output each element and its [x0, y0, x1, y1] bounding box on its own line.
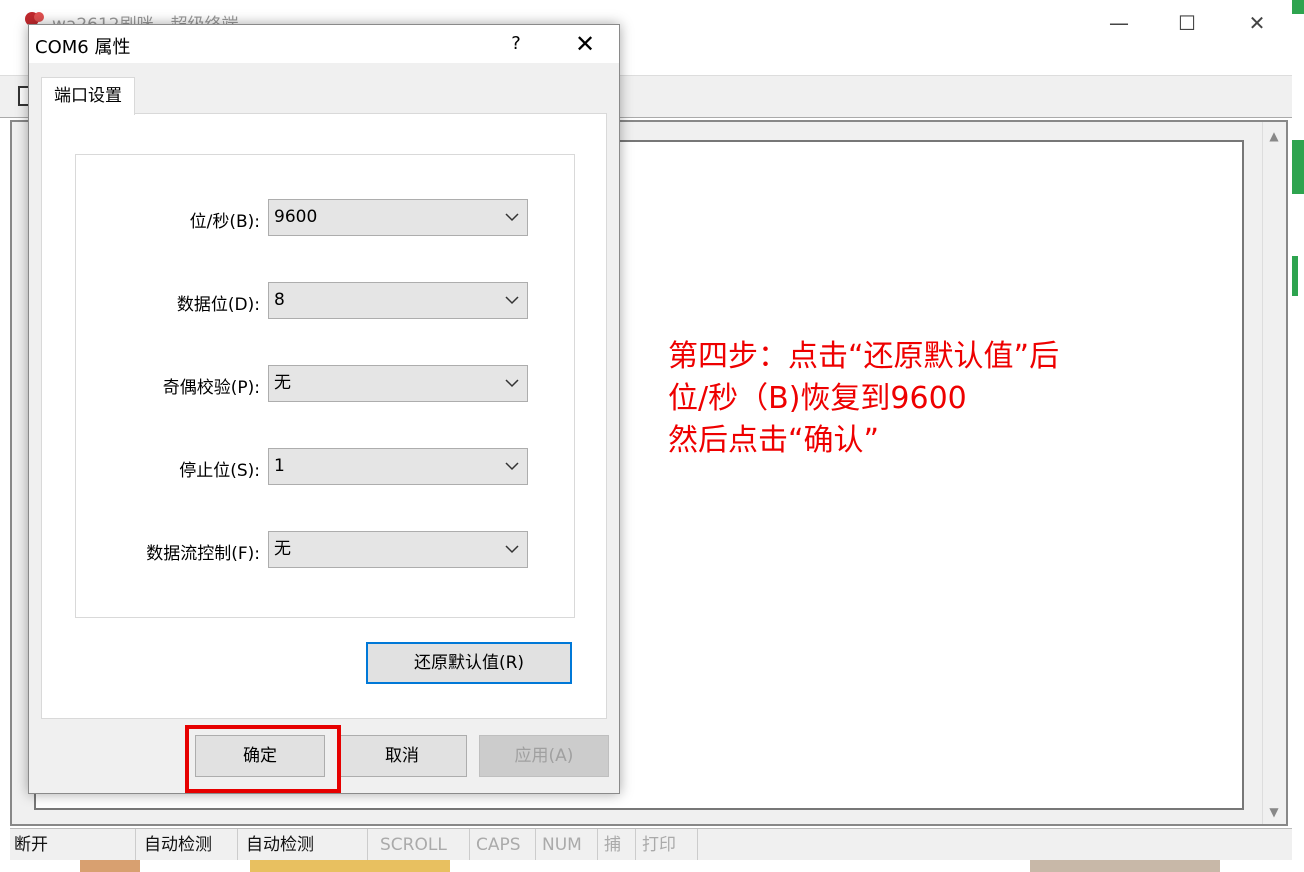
restore-defaults-button[interactable]: 还原默认值(R) [366, 642, 572, 684]
cancel-button[interactable]: 取消 [337, 735, 467, 777]
instruction-annotation: 第四步：点击“还原默认值”后 位/秒（B)恢复到9600 然后点击“确认” [668, 336, 1059, 462]
dialog-close-button[interactable]: ✕ [565, 29, 605, 59]
com-properties-dialog: COM6 属性 ? ✕ 端口设置 位/秒(B): 9600 数据位(D): 8 … [28, 24, 620, 794]
maximize-button[interactable]: ☐ [1164, 6, 1210, 40]
dialog-titlebar: COM6 属性 ? ✕ [29, 25, 619, 63]
status-print: 打印 [638, 829, 698, 861]
status-bar: 断开 自动检测 自动检测 SCROLL CAPS NUM 捕 打印 [10, 828, 1292, 861]
flow-control-label: 数据流控制(F): [146, 544, 260, 564]
chevron-down-icon [505, 545, 519, 554]
apply-button[interactable]: 应用(A) [479, 735, 609, 777]
scroll-down-icon[interactable]: ▼ [1263, 802, 1285, 822]
settings-group: 位/秒(B): 9600 数据位(D): 8 奇偶校验(P): 无 停止位(S)… [75, 154, 575, 618]
parity-select[interactable]: 无 [268, 365, 528, 402]
status-scroll: SCROLL [376, 829, 470, 861]
scroll-up-icon[interactable]: ▲ [1263, 126, 1285, 146]
data-bits-select[interactable]: 8 [268, 282, 528, 319]
data-bits-value: 8 [274, 290, 285, 310]
status-detect: 自动检测 [140, 829, 238, 861]
status-capture: 捕 [600, 829, 636, 861]
annotation-line: 第四步：点击“还原默认值”后 [668, 339, 1060, 374]
vertical-scrollbar[interactable]: ▲ ▼ [1262, 122, 1286, 824]
minimize-button[interactable]: — [1096, 6, 1142, 40]
tab-panel: 位/秒(B): 9600 数据位(D): 8 奇偶校验(P): 无 停止位(S)… [41, 113, 607, 719]
stop-bits-select[interactable]: 1 [268, 448, 528, 485]
close-button[interactable]: ✕ [1234, 6, 1280, 40]
parity-label: 奇偶校验(P): [162, 378, 260, 398]
parity-value: 无 [274, 373, 291, 393]
baud-rate-select[interactable]: 9600 [268, 199, 528, 236]
data-bits-label: 数据位(D): [176, 295, 260, 315]
ok-button-highlight-box [185, 725, 341, 793]
status-detect: 自动检测 [242, 829, 368, 861]
chevron-down-icon [505, 379, 519, 388]
dialog-title: COM6 属性 [35, 37, 131, 58]
baud-rate-value: 9600 [274, 207, 318, 227]
chevron-down-icon [505, 213, 519, 222]
flow-control-select[interactable]: 无 [268, 531, 528, 568]
stop-bits-value: 1 [274, 456, 285, 476]
chevron-down-icon [505, 296, 519, 305]
chevron-down-icon [505, 462, 519, 471]
annotation-line: 然后点击“确认” [668, 423, 880, 458]
status-num: NUM [538, 829, 598, 861]
background-window-edge [1292, 0, 1304, 872]
flow-control-value: 无 [274, 539, 291, 559]
baud-rate-label: 位/秒(B): [189, 212, 260, 232]
help-button[interactable]: ? [501, 29, 531, 59]
status-caps: CAPS [472, 829, 536, 861]
status-connection: 断开 [10, 829, 136, 861]
annotation-line: 位/秒（B)恢复到9600 [668, 381, 967, 416]
stop-bits-label: 停止位(S): [179, 461, 260, 481]
tab-port-settings[interactable]: 端口设置 [41, 77, 135, 115]
background-window-edge [0, 860, 1304, 872]
